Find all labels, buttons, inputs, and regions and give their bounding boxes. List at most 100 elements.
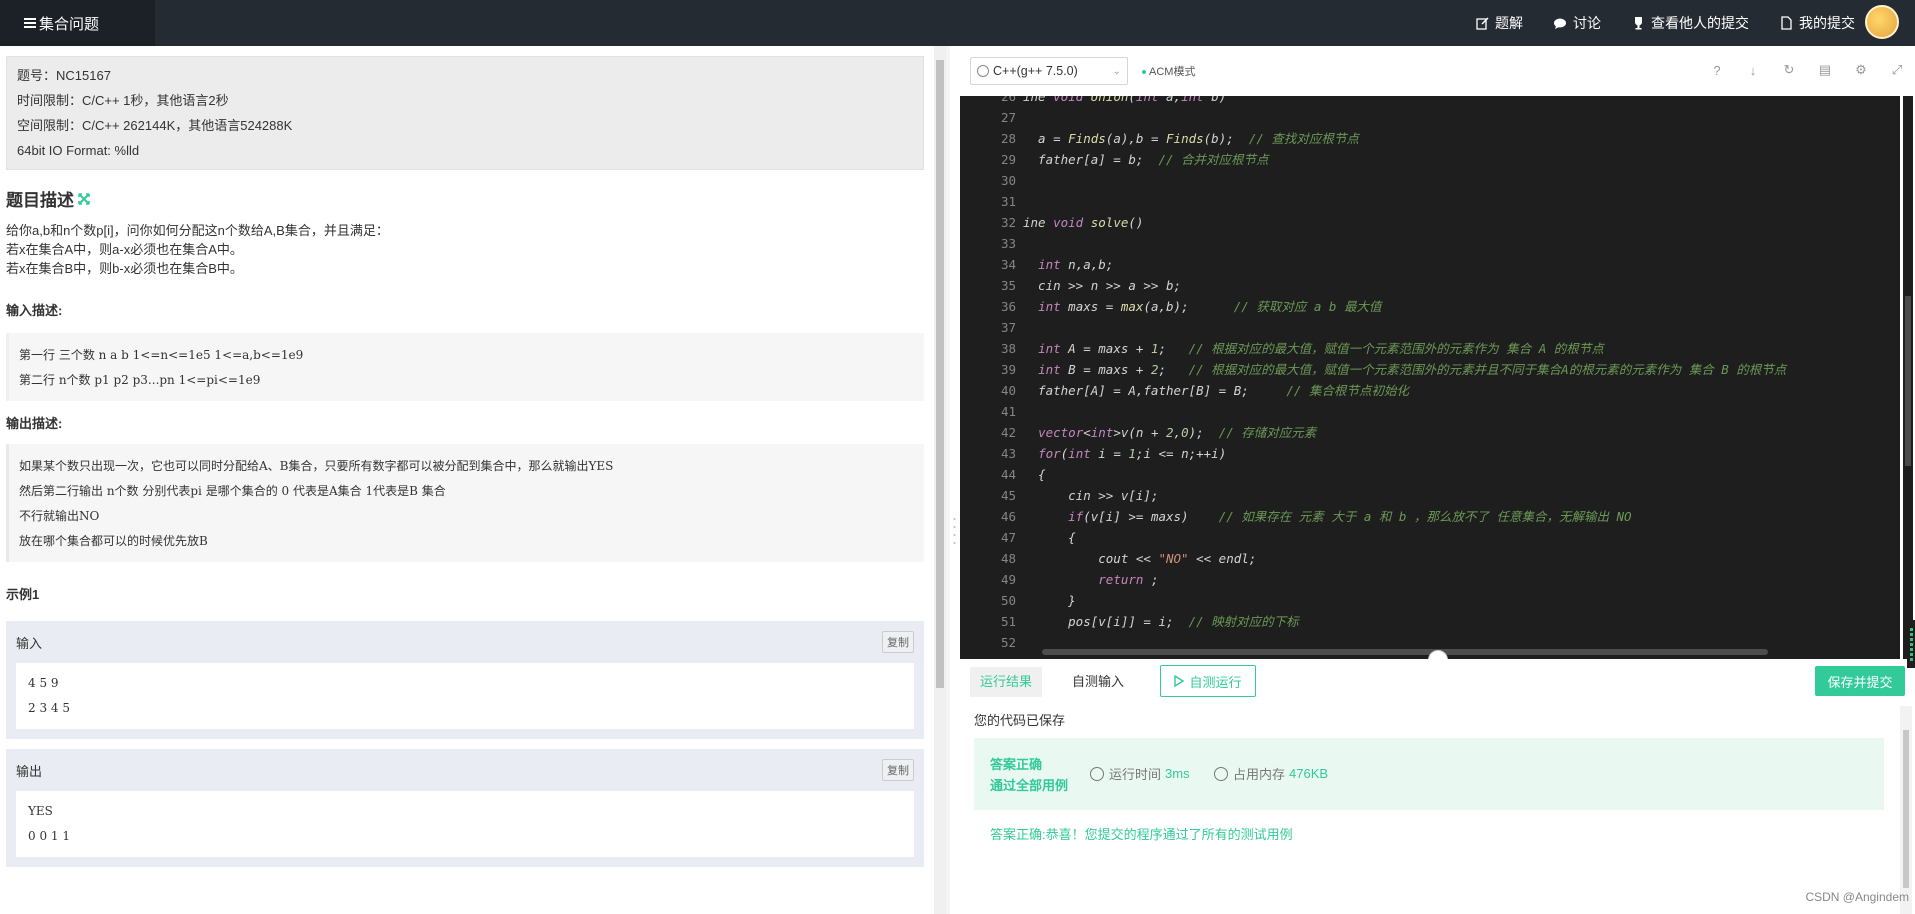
result-scrollbar-thumb[interactable] xyxy=(1903,730,1909,888)
editor-horizontal-scrollbar[interactable] xyxy=(1042,649,1768,655)
code-line: 48 cout << "NO" << endl; xyxy=(960,548,1900,569)
editor-panel: C++(g++ 7.5.0) ⌄ ACM模式 ? ↓ ↻ ▤ ⚙ ⤢ 26 ine… xyxy=(960,46,1915,914)
line-number: 32 xyxy=(1000,215,1016,230)
line-number: 50 xyxy=(1000,593,1016,608)
problem-scrollbar-thumb[interactable] xyxy=(936,60,944,688)
line-number: 31 xyxy=(1000,194,1016,209)
code-line: 50 } xyxy=(960,590,1900,611)
memory-icon xyxy=(1214,766,1228,781)
code-line: 34 int n,a,b; xyxy=(960,254,1900,275)
template-icon[interactable]: ▤ xyxy=(1817,62,1833,78)
problem-scrollbar[interactable] xyxy=(934,46,946,914)
code-line: 46 if(v[i] >= maxs) // 如果存在 元素 大于 a 和 b … xyxy=(960,506,1900,527)
code-text: cin >> n >> a >> b; xyxy=(1023,278,1182,293)
panel-resize-handle[interactable] xyxy=(950,46,960,914)
line-number: 26 xyxy=(1000,96,1016,104)
line-number: 46 xyxy=(1000,509,1016,524)
nav-solutions[interactable]: 题解 xyxy=(1475,13,1523,33)
edit-icon xyxy=(1475,16,1489,30)
code-line: 40 father[A] = A,father[B] = B; // 集合根节点… xyxy=(960,380,1900,401)
line-number: 39 xyxy=(1000,362,1016,377)
code-editor[interactable]: 26 ine void Union(int a,int b) 27 28 a = Fi… xyxy=(960,96,1900,659)
save-submit-button[interactable]: 保存并提交 xyxy=(1815,666,1905,696)
code-line: 36 int maxs = max(a,b); // 获取对应 a b 最大值 xyxy=(960,296,1900,317)
help-icon[interactable]: ? xyxy=(1709,62,1725,78)
problem-title-tab[interactable]: 集合问题 xyxy=(0,0,155,46)
code-line: 47 { xyxy=(960,527,1900,548)
code-text: int maxs = max(a,b); // 获取对应 a b 最大值 xyxy=(1038,299,1382,314)
nav-others-submissions[interactable]: 查看他人的提交 xyxy=(1631,13,1749,33)
expand-icon[interactable] xyxy=(78,192,90,205)
line-number: 34 xyxy=(1000,257,1016,272)
example-input-label: 输入 xyxy=(16,635,43,651)
line-number: 45 xyxy=(1000,488,1016,503)
saved-status: 您的代码已保存 xyxy=(974,713,1066,728)
description-title: 题目描述 xyxy=(6,186,938,211)
code-line: 35 cin >> n >> a >> b; xyxy=(960,275,1900,296)
self-run-button[interactable]: 自测运行 xyxy=(1160,665,1256,697)
code-text: father[a] = b; // 合并对应根节点 xyxy=(1023,152,1269,167)
code-text: a = Finds(a),b = Finds(b); // 查找对应根节点 xyxy=(1023,131,1359,146)
input-description: 第一行 三个数 n a b 1<=n<=1e5 1<=a,b<=1e9 第二行 … xyxy=(6,333,924,401)
code-line: 42 vector<int>v(n + 2,0); // 存储对应元素 xyxy=(960,422,1900,443)
code-line: 38 int A = maxs + 1; // 根据对应的最大值，赋值一个元素范… xyxy=(960,338,1900,359)
line-number: 44 xyxy=(1000,467,1016,482)
drag-handle-icon xyxy=(953,518,956,544)
code-text: int B = maxs + 2; // 根据对应的最大值，赋值一个元素范围外的… xyxy=(1038,362,1787,377)
example-output-label: 输出 xyxy=(16,763,43,779)
runtime-metric: 运行时间 3ms xyxy=(1090,764,1190,783)
copy-output-button[interactable]: 复制 xyxy=(882,759,914,781)
line-number: 36 xyxy=(1000,299,1016,314)
line-number: 37 xyxy=(1000,320,1016,335)
result-tabs: 运行结果 自测输入 自测运行 保存并提交 xyxy=(960,659,1915,703)
code-line: 44 { xyxy=(960,464,1900,485)
line-number: 43 xyxy=(1000,446,1016,461)
line-number: 52 xyxy=(1000,635,1016,650)
nav-discussion[interactable]: 讨论 xyxy=(1553,13,1601,33)
code-text: pos[v[i]] = i; // 映射对应的下标 xyxy=(1023,614,1299,629)
top-nav: 题解 讨论 查看他人的提交 我的提交 xyxy=(1445,0,1855,46)
copy-input-button[interactable]: 复制 xyxy=(882,631,914,653)
editor-scrollbar-thumb[interactable] xyxy=(1905,296,1911,466)
line-number: 49 xyxy=(1000,572,1016,587)
code-text: return ; xyxy=(1098,572,1159,587)
line-number: 48 xyxy=(1000,551,1016,566)
example-title: 示例1 xyxy=(6,587,40,602)
code-line: 30 xyxy=(960,170,1900,191)
settings-icon[interactable]: ⚙ xyxy=(1853,62,1869,78)
result-scrollbar[interactable] xyxy=(1900,706,1912,914)
code-text: int A = maxs + 1; // 根据对应的最大值，赋值一个元素范围外的… xyxy=(1038,341,1604,356)
line-number: 27 xyxy=(1000,110,1016,125)
example-output: 输出 复制 YES 0 0 1 1 xyxy=(6,749,924,867)
document-icon xyxy=(1779,16,1793,30)
example-input: 输入 复制 4 5 9 2 3 4 5 xyxy=(6,621,924,739)
refresh-icon[interactable]: ↻ xyxy=(1781,62,1797,78)
code-text: vector<int>v(n + 2,0); // 存储对应元素 xyxy=(1038,425,1317,440)
editor-tools: ? ↓ ↻ ▤ ⚙ ⤢ xyxy=(1689,62,1905,78)
line-number: 35 xyxy=(1000,278,1016,293)
acm-mode-label[interactable]: ACM模式 xyxy=(1142,63,1195,79)
language-select[interactable]: C++(g++ 7.5.0) ⌄ xyxy=(970,57,1128,85)
problem-info: 题号：NC15167 时间限制：C/C++ 1秒，其他语言2秒 空间限制：C/C… xyxy=(6,56,924,170)
code-line: 39 int B = maxs + 2; // 根据对应的最大值，赋值一个元素范… xyxy=(960,359,1900,380)
download-icon[interactable]: ↓ xyxy=(1745,62,1761,78)
example-output-body: YES 0 0 1 1 xyxy=(16,791,914,857)
avatar[interactable] xyxy=(1865,5,1899,39)
tab-run-result[interactable]: 运行结果 xyxy=(970,667,1043,697)
tab-self-input[interactable]: 自测输入 xyxy=(1062,667,1134,697)
code-line: 28 a = Finds(a),b = Finds(b); // 查找对应根节点 xyxy=(960,128,1900,149)
code-line: 51 pos[v[i]] = i; // 映射对应的下标 xyxy=(960,611,1900,632)
chat-icon xyxy=(1553,16,1567,30)
result-summary: 答案正确 通过全部用例 运行时间 3ms 占用内存 476KB xyxy=(974,738,1884,810)
code-text: father[A] = A,father[B] = B; // 集合根节点初始化 xyxy=(1023,383,1409,398)
menu-icon xyxy=(24,16,36,30)
editor-scrollbar[interactable] xyxy=(1903,96,1913,659)
memory-metric: 占用内存 476KB xyxy=(1214,764,1328,783)
code-line: 43 for(int i = 1;i <= n;++i) xyxy=(960,443,1900,464)
problem-panel: 题号：NC15167 时间限制：C/C++ 1秒，其他语言2秒 空间限制：C/C… xyxy=(0,46,938,914)
code-text: cin >> v[i]; xyxy=(1023,488,1159,503)
code-text: int n,a,b; xyxy=(1038,257,1114,272)
fullscreen-icon[interactable]: ⤢ xyxy=(1889,62,1905,78)
nav-my-submissions[interactable]: 我的提交 xyxy=(1779,13,1855,33)
code-text: ine void solve() xyxy=(1023,215,1144,230)
